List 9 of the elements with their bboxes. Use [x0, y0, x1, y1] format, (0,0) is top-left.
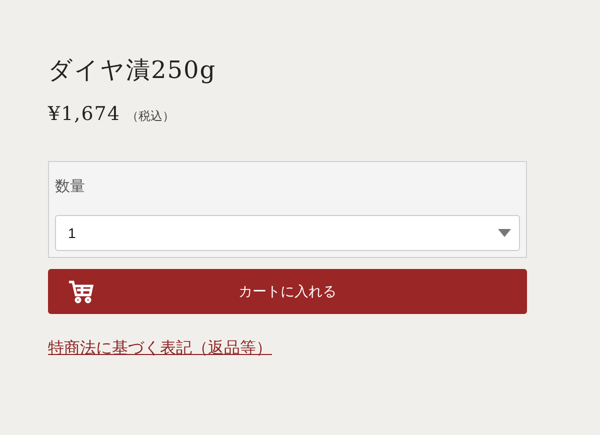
tax-note: （税込） — [126, 108, 174, 125]
dropdown-caret-icon — [498, 229, 511, 237]
add-to-cart-button[interactable]: カートに入れる — [48, 269, 527, 314]
quantity-select[interactable]: 1 — [55, 215, 520, 251]
product-title: ダイヤ漬250g — [48, 55, 218, 86]
legal-notice-link[interactable]: 特商法に基づく表記（返品等） — [48, 338, 272, 359]
price: ¥1,674 — [48, 103, 120, 125]
quantity-label: 数量 — [55, 176, 86, 197]
cart-icon — [68, 280, 94, 304]
